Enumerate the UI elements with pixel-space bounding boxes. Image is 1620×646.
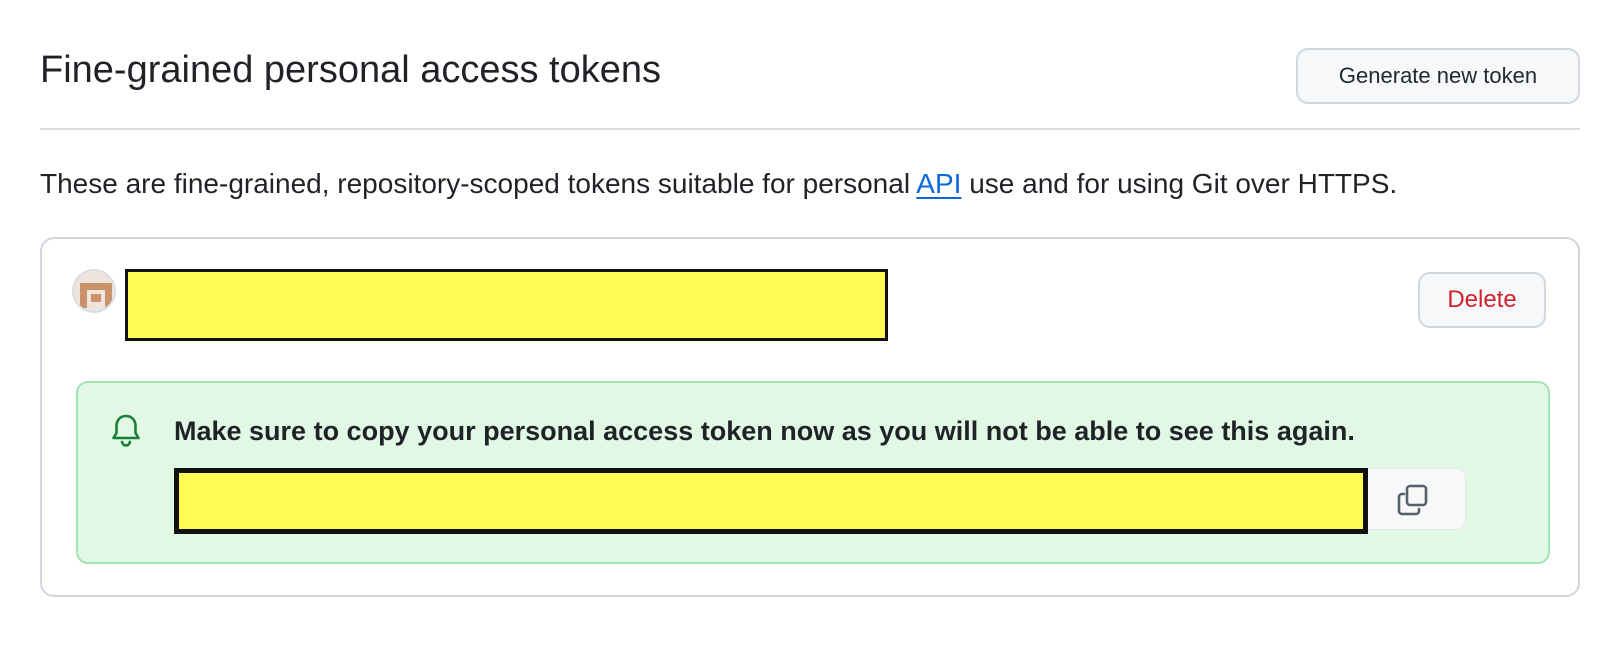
redacted-token-value: [174, 468, 1368, 534]
description-text-before: These are fine-grained, repository-scope…: [40, 168, 917, 199]
redacted-token-name: [125, 269, 888, 341]
flash-message: Make sure to copy your personal access t…: [174, 416, 1355, 446]
success-flash: Make sure to copy your personal access t…: [76, 381, 1550, 564]
description-text-after: use and for using Git over HTTPS.: [961, 168, 1398, 199]
generate-new-token-button[interactable]: Generate new token: [1296, 48, 1580, 104]
identicon-avatar-icon: [74, 271, 114, 311]
page-header: Fine-grained personal access tokens Gene…: [40, 0, 1580, 130]
token-list-item: Delete Make sure to copy your personal a…: [40, 237, 1580, 597]
page: Fine-grained personal access tokens Gene…: [0, 0, 1620, 646]
avatar: [72, 269, 116, 313]
bell-icon: [112, 414, 140, 447]
api-link[interactable]: API: [916, 168, 961, 199]
description: These are fine-grained, repository-scope…: [40, 164, 1397, 204]
delete-button[interactable]: Delete: [1418, 272, 1546, 328]
copy-icon: [1397, 484, 1428, 516]
copy-button[interactable]: [1368, 468, 1466, 530]
token-value-row: [174, 468, 1466, 534]
page-title: Fine-grained personal access tokens: [40, 49, 662, 91]
